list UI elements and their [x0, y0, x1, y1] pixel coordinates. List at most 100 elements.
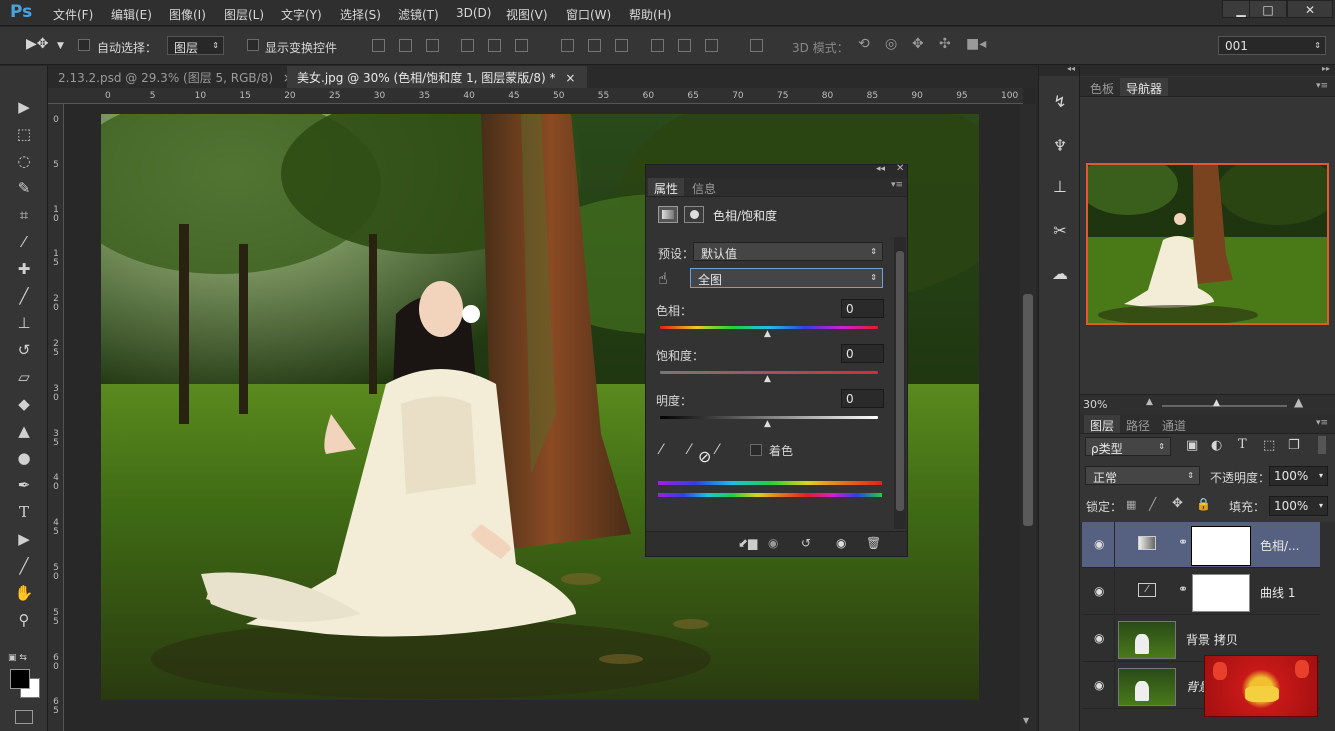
link-icon[interactable]: ⚭ — [1178, 582, 1188, 596]
targeted-adjust-hand-icon[interactable]: ☝ — [658, 269, 668, 288]
menu-layer[interactable]: 图层(L) — [224, 6, 264, 23]
layer-filter-dropdown[interactable]: ρ类型 ⇕ — [1085, 437, 1171, 456]
zoom-in-icon[interactable]: ▲ — [1294, 395, 1303, 409]
menu-image[interactable]: 图像(I) — [169, 6, 206, 23]
distribute-bottom-icon[interactable] — [615, 39, 628, 52]
eye-icon[interactable]: ◉ — [1094, 678, 1104, 692]
align-top-icon[interactable] — [372, 39, 385, 52]
workspace-dropdown[interactable]: 001 ⇕ — [1218, 36, 1326, 55]
tab-document-1[interactable]: 2.13.2.psd @ 29.3% (图层 5, RGB/8) × — [48, 66, 293, 88]
zoom-tool-icon[interactable]: ⚲ — [12, 609, 36, 631]
adjustment-icon[interactable] — [658, 206, 678, 223]
hue-input[interactable]: 0 — [841, 299, 884, 318]
healing-brush-tool-icon[interactable]: ✚ — [12, 258, 36, 280]
lasso-tool-icon[interactable]: ◌ — [12, 150, 36, 172]
chevron-down-icon[interactable]: ▼ — [57, 41, 64, 51]
filter-adjustment-icon[interactable]: ◐ — [1211, 438, 1222, 453]
eyedropper-tool-icon[interactable]: ⁄ — [12, 231, 36, 253]
quick-select-tool-icon[interactable]: ✎ — [12, 177, 36, 199]
menu-filter[interactable]: 滤镜(T) — [398, 6, 439, 23]
clone-source-icon[interactable]: ⊥ — [1047, 176, 1073, 198]
distribute-vcenter-icon[interactable] — [588, 39, 601, 52]
properties-scrollbar[interactable] — [894, 237, 906, 529]
filter-smart-object-icon[interactable]: ❐ — [1288, 438, 1300, 453]
dodge-tool-icon[interactable]: ● — [12, 447, 36, 469]
lock-all-icon[interactable]: 🔒 — [1196, 497, 1211, 511]
collapse-icon[interactable]: ◂◂ — [1067, 64, 1075, 73]
tool-presets-icon[interactable]: ✂ — [1047, 220, 1073, 242]
lock-transparent-icon[interactable]: ▦ — [1126, 498, 1136, 511]
paint-bucket-tool-icon[interactable]: ◆ — [12, 393, 36, 415]
delete-icon[interactable]: 🗑 — [866, 536, 881, 550]
distribute-hcenter-icon[interactable] — [678, 39, 691, 52]
layer-name[interactable]: 曲线 1 — [1260, 584, 1295, 601]
menu-view[interactable]: 视图(V) — [506, 6, 548, 23]
lightness-input[interactable]: 0 — [841, 389, 884, 408]
hand-tool-icon[interactable]: ✋ — [12, 582, 36, 604]
pan-3d-icon[interactable]: ✥ — [912, 36, 924, 52]
auto-select-checkbox[interactable] — [78, 39, 90, 51]
layer-name[interactable]: 背景 拷贝 — [1186, 631, 1238, 648]
align-vcenter-icon[interactable] — [399, 39, 412, 52]
menu-help[interactable]: 帮助(H) — [629, 6, 671, 23]
fill-input[interactable]: 100% ▾ — [1269, 496, 1328, 516]
reset-icon[interactable]: ↺ — [801, 536, 811, 550]
layer-row[interactable]: ◉ ⁄ ⚭ 曲线 1 — [1082, 569, 1320, 615]
opacity-input[interactable]: 100% ▾ — [1269, 466, 1328, 486]
menu-edit[interactable]: 编辑(E) — [111, 6, 152, 23]
tab-paths[interactable]: 路径 — [1120, 415, 1156, 433]
eyedropper-minus-icon[interactable]: ⁄ — [716, 442, 718, 458]
eyedropper-icon[interactable]: ⁄ — [660, 442, 662, 458]
auto-select-dropdown[interactable]: 图层 ⇕ — [167, 36, 224, 55]
pen-tool-icon[interactable]: ✒ — [12, 474, 36, 496]
history-panel-icon[interactable]: ↯ — [1047, 91, 1073, 113]
mask-icon[interactable] — [684, 206, 704, 223]
collapse-right-icon[interactable]: ▸▸ — [1322, 64, 1330, 73]
blur-tool-icon[interactable]: ▲ — [12, 420, 36, 442]
close-icon[interactable]: ✕ — [896, 163, 904, 174]
eraser-tool-icon[interactable]: ▱ — [12, 366, 36, 388]
tab-swatches[interactable]: 色板 — [1084, 78, 1120, 96]
marquee-tool-icon[interactable]: ⬚ — [12, 123, 36, 145]
tab-document-2[interactable]: 美女.jpg @ 30% (色相/饱和度 1, 图层蒙版/8) * × — [287, 66, 587, 88]
menu-file[interactable]: 文件(F) — [53, 6, 93, 23]
menu-type[interactable]: 文字(Y) — [281, 6, 322, 23]
foreground-color-swatch[interactable] — [10, 669, 30, 689]
line-tool-icon[interactable]: ╱ — [12, 555, 36, 577]
layer-mask-thumbnail[interactable] — [1191, 526, 1251, 566]
slide-3d-icon[interactable]: ✣ — [939, 36, 951, 52]
roll-3d-icon[interactable]: ◎ — [885, 36, 897, 52]
brush-presets-icon[interactable]: ♆ — [1047, 135, 1073, 157]
crop-tool-icon[interactable]: ⌗ — [12, 204, 36, 226]
type-tool-icon[interactable]: T — [12, 501, 36, 523]
brush-tool-icon[interactable]: ╱ — [12, 285, 36, 307]
tab-info[interactable]: 信息 — [686, 178, 722, 196]
panel-menu-icon[interactable]: ▾≡ — [891, 180, 903, 190]
scrollbar-thumb[interactable] — [1023, 294, 1033, 526]
layer-thumbnail[interactable] — [1118, 621, 1176, 659]
link-icon[interactable]: ⚭ — [1178, 535, 1188, 549]
filter-pixel-icon[interactable]: ▣ — [1186, 438, 1198, 453]
hue-slider-handle[interactable]: ▲ — [764, 329, 771, 339]
move-tool-icon[interactable]: ▶ — [12, 96, 36, 118]
filter-toggle[interactable] — [1318, 436, 1326, 454]
layer-mask-thumbnail[interactable] — [1192, 574, 1250, 612]
lock-pixels-icon[interactable]: ╱ — [1149, 497, 1156, 511]
menu-select[interactable]: 选择(S) — [340, 6, 381, 23]
canvas-vertical-scrollbar[interactable]: ▼ — [1020, 104, 1036, 731]
default-colors-icon[interactable]: ▣ ⇆ — [8, 653, 27, 663]
move-tool-icon[interactable]: ▶✥ — [26, 36, 49, 52]
lightness-slider-handle[interactable]: ▲ — [764, 419, 771, 429]
align-right-icon[interactable] — [515, 39, 528, 52]
distribute-left-icon[interactable] — [651, 39, 664, 52]
tab-channels[interactable]: 通道 — [1156, 415, 1192, 433]
channel-dropdown[interactable]: 全图 ⇕ — [690, 268, 883, 288]
zoom-slider[interactable] — [1162, 405, 1287, 407]
tab-layers[interactable]: 图层 — [1084, 415, 1121, 433]
tab-properties[interactable]: 属性 — [648, 178, 685, 196]
blend-mode-dropdown[interactable]: 正常 ⇕ — [1085, 466, 1200, 485]
eye-icon[interactable]: ◉ — [1094, 631, 1104, 645]
align-hcenter-icon[interactable] — [488, 39, 501, 52]
distribute-top-icon[interactable] — [561, 39, 574, 52]
saturation-input[interactable]: 0 — [841, 344, 884, 363]
